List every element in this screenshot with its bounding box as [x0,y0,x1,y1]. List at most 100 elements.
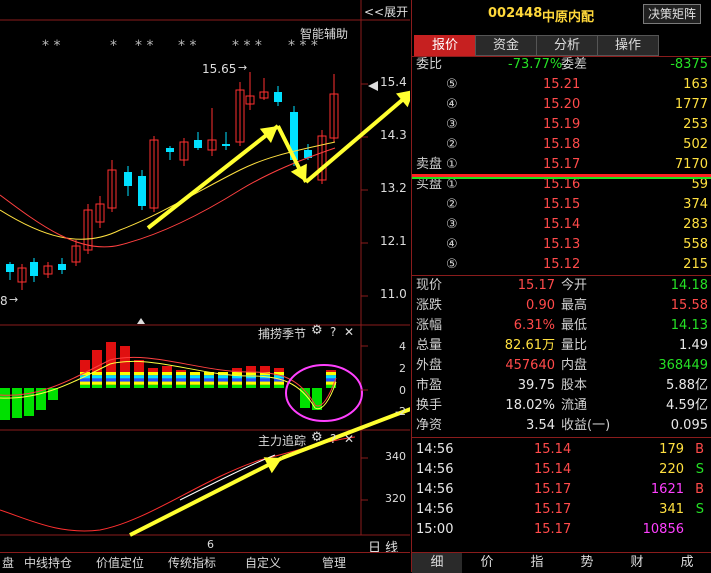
tab-quote[interactable]: 报价 [414,35,476,56]
help-icon[interactable]: ? [330,325,336,339]
price-axis-tick: 11.0 [380,287,407,301]
bottom-tab[interactable]: 中线持仓 [24,554,72,572]
mid-bar-band [134,378,144,382]
low-price-marker: 8 [0,294,8,308]
gear-icon[interactable]: ⚙ [311,430,323,445]
mid-bar-band [134,372,144,376]
ask-row[interactable]: ③ 15.19 253 [412,115,711,135]
bid-row[interactable]: ④ 15.13 558 [412,235,711,255]
mid-bar-band [148,381,158,385]
bid-price: 15.12 [543,257,581,272]
tick-row: 14:56 15.14 220 S [412,460,711,480]
bottom-tab[interactable]: 管理 [322,554,346,572]
kline-chart-area[interactable]: <<展开 智能辅助 * * * * * * * * * * * * * 15.6… [0,0,410,556]
detail-tab[interactable]: 价 [462,553,512,573]
tick-side: B [695,482,704,497]
ask-row[interactable]: ② 15.18 502 [412,135,711,155]
stat-row: 外盘 457640 内盘 368449 [412,356,711,376]
ask-level: ④ [446,97,458,112]
tick-row: 14:56 15.14 179 B [412,440,711,460]
detail-tab[interactable]: 成 [662,553,711,573]
stat-value: 4.59亿 [666,398,708,413]
stat-row: 涨幅 6.31% 最低 14.13 [412,316,711,336]
mid-bar-band [218,375,228,379]
mid-bar-band [120,375,130,379]
detail-tab[interactable]: 指 [512,553,562,573]
bid-row[interactable]: ⑤ 15.12 215 [412,255,711,275]
stat-label: 内盘 [561,358,588,373]
tab-analysis[interactable]: 分析 [536,35,598,56]
tab-funds[interactable]: 资金 [475,35,537,56]
tick-price: 15.14 [534,442,572,457]
price-axis-tick: 12.1 [380,234,407,248]
stat-value: 18.02% [505,398,555,413]
help-icon[interactable]: ? [330,432,336,446]
tick-volume: 220 [659,462,684,477]
decision-matrix-button[interactable]: 决策矩阵 [643,4,702,24]
mid-bar-band [190,381,200,385]
mid-bar-band [218,378,228,382]
stat-value: 5.88亿 [666,378,708,393]
ask-volume: 7170 [674,157,708,172]
tick-time: 14:56 [416,462,454,477]
mid-bar-band [204,381,214,385]
mid-bar-band [260,381,270,385]
mid-bar-band [246,378,256,382]
bid-row[interactable]: ③ 15.14 283 [412,215,711,235]
bid-level: ③ [446,217,458,232]
bottom-tab[interactable]: 盘 [2,554,14,572]
tick-price: 15.17 [534,522,572,537]
price-axis-tick: 13.2 [380,181,407,195]
mid-bar-band [260,378,270,382]
mid-bar-band [148,372,158,376]
mid-bar-band [162,375,172,379]
ask-row[interactable]: ④ 15.20 1777 [412,95,711,115]
tick-side: S [695,462,704,477]
bid-level: ④ [446,237,458,252]
close-icon[interactable]: ✕ [344,325,354,339]
marker-triangle-icon [137,318,145,324]
ask-volume: 502 [683,137,708,152]
stat-label: 股本 [561,378,588,393]
kline-chart-svg[interactable] [0,0,410,552]
wei-bi-label: 委比 [416,57,443,72]
bottom-tab[interactable]: 价值定位 [96,554,144,572]
bottom-tab[interactable]: 自定义 [245,554,281,572]
stat-label: 涨幅 [416,318,443,333]
stat-row: 净资 3.54 收益(一) 0.095 [412,416,711,436]
candle-body [274,92,282,102]
tick-price: 15.17 [534,502,572,517]
ask-row[interactable]: 卖盘 ① 15.17 7170 [412,155,711,175]
stock-code: 002448 [488,6,543,21]
stat-label: 最低 [561,318,588,333]
bid-volume: 374 [683,197,708,212]
candle-body [194,140,202,148]
tab-operation[interactable]: 操作 [597,35,659,56]
signal-stars-6: * * * [288,38,318,54]
mid-bar-band [120,378,130,382]
mid-bar-band [190,375,200,379]
tick-volume: 10856 [642,522,684,537]
mid-panel-title: 捕捞季节 [258,327,307,341]
candle-body [124,172,132,186]
bottom-tab[interactable]: 传统指标 [168,554,216,572]
sell-buy-divider-green [412,177,711,179]
mid-bar-band [80,381,90,385]
mid-bar-band [80,378,90,382]
ask-row[interactable]: ⑤ 15.21 163 [412,75,711,95]
mid-bar-band [120,381,130,385]
mid-bar-band [274,381,284,385]
detail-tab[interactable]: 势 [562,553,612,573]
bid-row[interactable]: ② 15.15 374 [412,195,711,215]
stat-value: 368449 [658,358,708,373]
gear-icon[interactable]: ⚙ [311,323,323,338]
ask-level: ⑤ [446,77,458,92]
close-icon[interactable]: ✕ [344,432,354,446]
mid-bar-band [232,381,242,385]
detail-tab[interactable]: 财 [612,553,662,573]
mid-bar-down [12,388,22,418]
mid-bar-band [190,384,200,388]
detail-tab[interactable]: 细 [412,553,462,573]
stat-label: 涨跌 [416,298,443,313]
expand-button[interactable]: <<展开 [364,3,408,20]
